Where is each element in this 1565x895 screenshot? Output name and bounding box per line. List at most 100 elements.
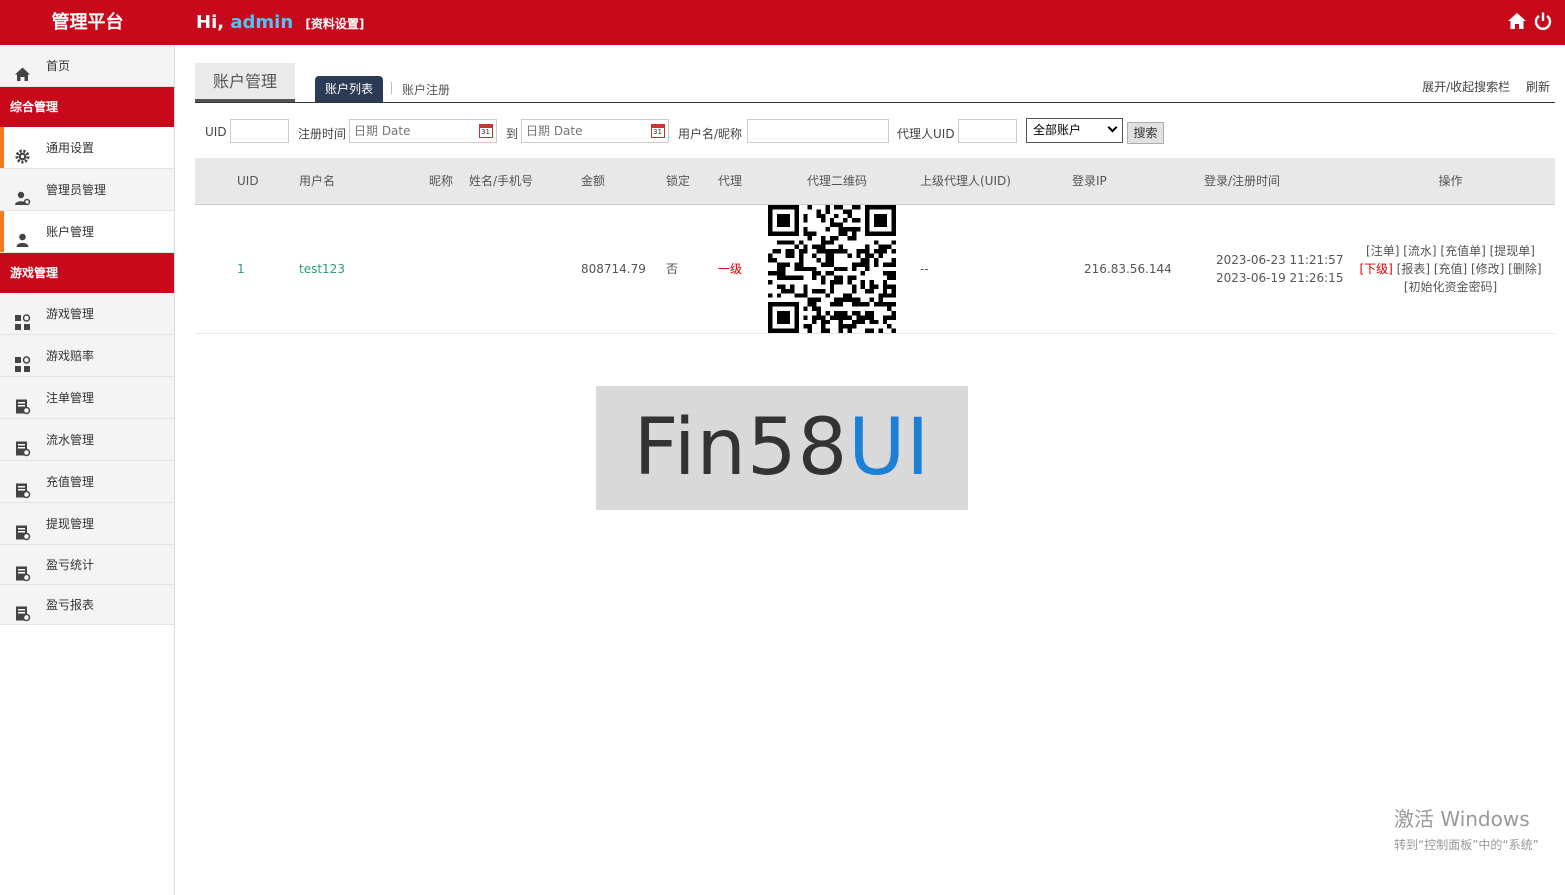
calendar-icon[interactable] (479, 124, 493, 138)
ops-line-1[interactable]: [注单] [流水] [充值单] [提现单] (1346, 242, 1555, 260)
home-icon (14, 58, 31, 81)
name-label: 用户名/昵称 (678, 127, 743, 141)
reg-time: 2023-06-19 21:26:15 (1216, 270, 1344, 285)
agent-uid-input[interactable] (958, 119, 1017, 143)
sidebar-item-general-settings[interactable]: 通用设置 (0, 127, 174, 169)
top-links: 展开/收起搜索栏 刷新 (1410, 78, 1550, 95)
to-label: 到 (506, 127, 519, 141)
activation-title: 激活 Windows (1394, 807, 1530, 831)
greeting: Hi, admin [资料设置] (196, 0, 364, 45)
table-header-row: UID 用户名 昵称 姓名/手机号 金额 锁定 代理 代理二维码 上级代理人(U… (195, 158, 1555, 205)
search-bar: UID 注册时间 到 用户名/昵称 代理人UID 全部账户 搜索 (195, 103, 1555, 158)
sidebar-section-general[interactable]: 综合管理 (0, 87, 174, 127)
tab-account-register[interactable]: 账户注册 (402, 81, 450, 98)
reg-start-date-input[interactable] (349, 119, 497, 143)
col-agent-qr: 代理二维码 (755, 158, 908, 205)
watermark-logo: Fin58UI (596, 386, 968, 510)
page-tabs: 账户管理 账户列表 账户注册 展开/收起搜索栏 刷新 (195, 45, 1555, 103)
chevron-down-icon (1107, 122, 1118, 133)
power-icon[interactable] (1533, 11, 1553, 31)
reg-time-label: 注册时间 (298, 127, 347, 141)
cell-username[interactable]: test123 (299, 204, 429, 334)
user-icon (14, 224, 31, 247)
sidebar-item-label: 游戏赔率 (46, 349, 95, 363)
sidebar-item-label: 充值管理 (46, 475, 95, 489)
cell-amount: 808714.79 (581, 204, 666, 334)
sidebar-item-label: 盈亏报表 (46, 598, 95, 612)
cell-login-ip: 216.83.56.144 (1060, 204, 1192, 334)
agent-uid-label: 代理人UID (897, 127, 955, 141)
col-nickname: 昵称 (429, 158, 469, 205)
cell-nickname (429, 204, 469, 334)
sidebar-item-admin-management[interactable]: 管理员管理 (0, 169, 174, 211)
cell-login-reg-time: 2023-06-23 11:21:57 2023-06-19 21:26:15 (1192, 204, 1346, 334)
sidebar-item-label: 游戏管理 (46, 307, 95, 321)
main-content: 账户管理 账户列表 账户注册 展开/收起搜索栏 刷新 UID 注册时间 到 用户… (195, 45, 1555, 334)
uid-input[interactable] (230, 119, 289, 143)
col-operations: 操作 (1346, 158, 1555, 205)
toggle-search-link[interactable]: 展开/收起搜索栏 (1422, 80, 1510, 94)
sidebar: 首页 综合管理 通用设置 管理员管理 账户管理 游戏管理 游戏管理 游戏赔率 注… (0, 45, 175, 895)
sidebar-item-label: 提现管理 (46, 517, 95, 531)
sidebar-item-label: 注单管理 (46, 391, 95, 405)
watermark-accent: UI (848, 403, 931, 493)
top-icons (1507, 11, 1553, 31)
home-icon[interactable] (1507, 11, 1527, 31)
search-button[interactable]: 搜索 (1127, 122, 1164, 144)
sidebar-section-game[interactable]: 游戏管理 (0, 253, 174, 293)
sidebar-item-withdraw-management[interactable]: 提现管理 (0, 503, 174, 545)
windows-activation-notice: 激活 Windows 转到“控制面板”中的“系统” (1394, 803, 1539, 853)
sidebar-item-profit-report[interactable]: 盈亏报表 (0, 585, 174, 625)
sidebar-item-game-odds[interactable]: 游戏赔率 (0, 335, 174, 377)
col-login-ip: 登录IP (1060, 158, 1192, 205)
username[interactable]: admin (230, 12, 293, 33)
cell-uid: 1 (237, 204, 299, 334)
cell-agent-qr (755, 204, 908, 334)
account-type-select[interactable]: 全部账户 (1026, 118, 1123, 143)
col-agent: 代理 (718, 158, 755, 205)
ops-line-2-links[interactable]: [报表] [充值] [修改] [删除] (1393, 262, 1542, 276)
sidebar-item-home[interactable]: 首页 (0, 45, 174, 87)
sidebar-item-recharge-management[interactable]: 充值管理 (0, 461, 174, 503)
col-username: 用户名 (299, 158, 429, 205)
calendar-icon[interactable] (651, 124, 665, 138)
account-table: UID 用户名 昵称 姓名/手机号 金额 锁定 代理 代理二维码 上级代理人(U… (195, 158, 1555, 334)
table-row: 1 test123 808714.79 否 一级 -- 216.83.56.14… (195, 204, 1555, 334)
cell-name-phone (469, 204, 581, 334)
activation-subtitle: 转到“控制面板”中的“系统” (1394, 838, 1539, 852)
greeting-hi: Hi, (196, 12, 225, 33)
sidebar-item-bet-management[interactable]: 注单管理 (0, 377, 174, 419)
uid-label: UID (205, 125, 227, 139)
ops-line-2: [下级] [报表] [充值] [修改] [删除] (1346, 260, 1555, 278)
gear-icon (14, 140, 31, 164)
ops-line-3[interactable]: [初始化资金密码] (1346, 278, 1555, 296)
col-name-phone: 姓名/手机号 (469, 158, 581, 205)
tab-divider (391, 82, 392, 94)
sidebar-item-label: 通用设置 (46, 141, 95, 155)
grid-icon (14, 306, 31, 330)
ledger-icon (14, 474, 31, 499)
col-uid: UID (237, 158, 299, 205)
col-parent-agent: 上级代理人(UID) (908, 158, 1060, 205)
cell-operations: [注单] [流水] [充值单] [提现单] [下级] [报表] [充值] [修改… (1346, 204, 1555, 334)
col-amount: 金额 (581, 158, 666, 205)
sidebar-item-profit-stats[interactable]: 盈亏统计 (0, 545, 174, 585)
page-title: 账户管理 (195, 63, 295, 102)
name-input[interactable] (747, 119, 889, 143)
sidebar-item-game-management[interactable]: 游戏管理 (0, 293, 174, 335)
sidebar-item-account-management[interactable]: 账户管理 (0, 211, 174, 253)
col-locked: 锁定 (666, 158, 718, 205)
refresh-link[interactable]: 刷新 (1526, 80, 1550, 94)
reg-end-date-input[interactable] (521, 119, 669, 143)
sidebar-item-label: 盈亏统计 (46, 558, 95, 572)
sub-agents-link[interactable]: [下级] (1359, 262, 1392, 276)
ledger-icon (14, 558, 31, 582)
agent-qr-code (768, 204, 896, 333)
login-time: 2023-06-23 11:21:57 (1216, 252, 1344, 267)
profile-settings-link[interactable]: [资料设置] (305, 17, 364, 31)
ledger-icon (14, 432, 31, 457)
cell-agent: 一级 (718, 204, 755, 334)
sidebar-item-label: 首页 (46, 59, 71, 73)
tab-account-list[interactable]: 账户列表 (315, 76, 383, 102)
sidebar-item-flow-management[interactable]: 流水管理 (0, 419, 174, 461)
